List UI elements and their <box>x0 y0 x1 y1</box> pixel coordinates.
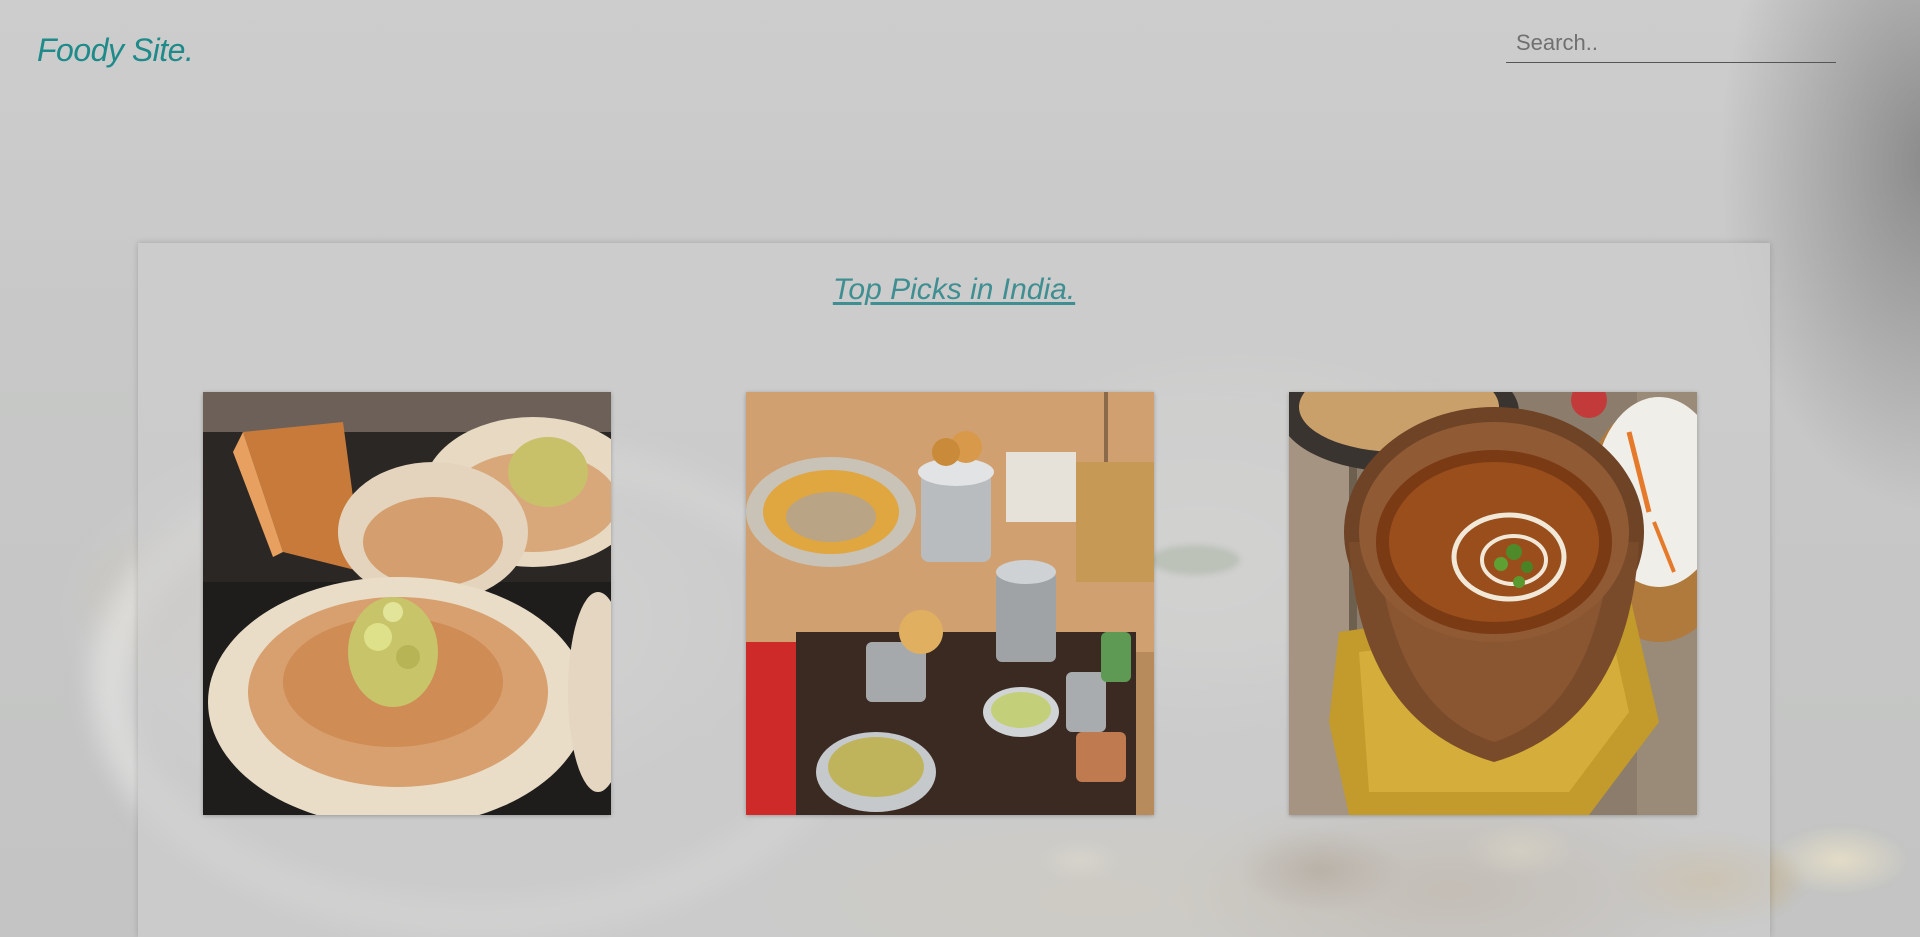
search-input[interactable] <box>1506 24 1836 62</box>
site-logo[interactable]: Foody Site. <box>37 32 194 69</box>
search-bar <box>1506 24 1836 63</box>
food-card-street-food[interactable] <box>746 392 1154 815</box>
top-picks-panel: Top Picks in India. <box>138 243 1770 937</box>
street-food-cart-photo <box>746 392 1154 815</box>
food-card-dal[interactable] <box>1289 392 1697 815</box>
top-picks-title[interactable]: Top Picks in India. <box>138 273 1770 307</box>
dosa-photo <box>203 392 611 815</box>
dal-makhani-bowl-photo <box>1289 392 1697 815</box>
food-card-dosa[interactable] <box>203 392 611 815</box>
